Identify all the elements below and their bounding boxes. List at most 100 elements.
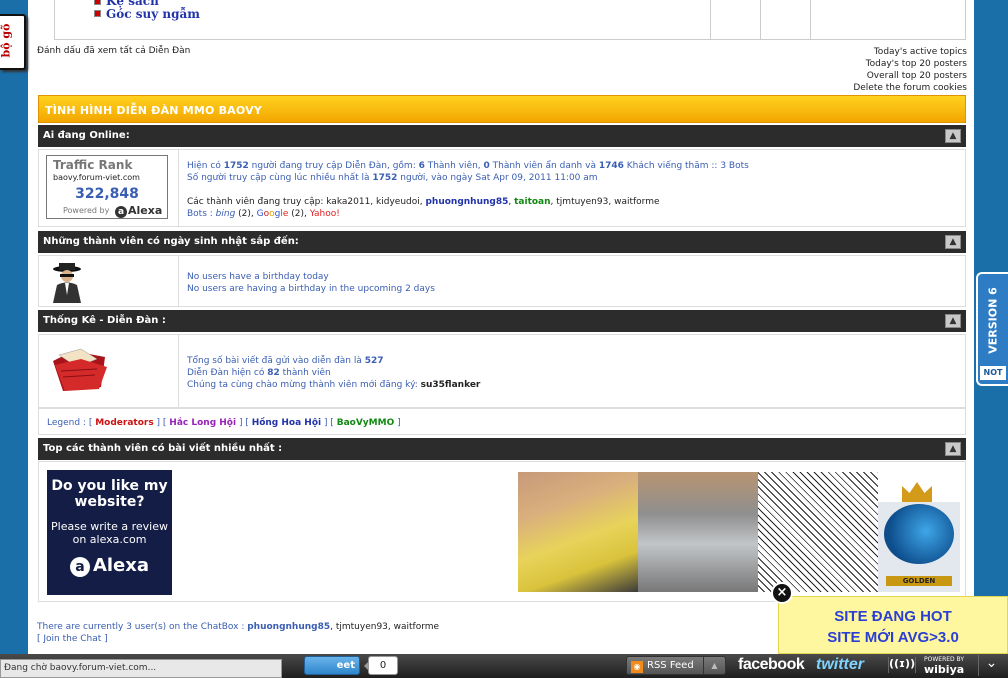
wibiya-name: wibiya [924, 663, 965, 676]
total-posts-line: Tổng số bài viết đã gửi vào diễn đàn là … [187, 356, 384, 366]
section-title: Top các thành viên có bài viết nhiều nhấ… [43, 443, 283, 454]
chevron-down-icon[interactable]: ⌄ [978, 655, 1004, 676]
collapse-up-icon[interactable]: ▲ [945, 235, 961, 249]
who-is-online-header: Ai đang Online: ▲ [38, 125, 966, 147]
online-user-link[interactable]: kaka2011 [326, 197, 370, 207]
alexa-icon: a [69, 557, 90, 577]
folder-icon [53, 348, 107, 391]
alexa-logo: a Alexa [115, 204, 162, 218]
rss-feed-button[interactable]: ◉ RSS Feed ▲ [626, 656, 726, 675]
alexa-review-banner[interactable]: Do you like my website? Please write a r… [47, 470, 172, 595]
keyboard-mode-tab[interactable]: bộ gõ [0, 14, 26, 70]
legend-group-link[interactable]: Hồng Hoa Hội [252, 418, 321, 428]
forum-quick-links: Today's active topics Today's top 20 pos… [853, 46, 967, 94]
online-user-link[interactable]: tjmtuyen93 [556, 197, 608, 207]
todays-top-posters-link[interactable]: Today's top 20 posters [853, 58, 967, 70]
total-members-line: Diễn Đàn hiện có 82 thành viên [187, 368, 331, 378]
version-label: VERSION 6 [986, 287, 1000, 354]
group-legend: Legend : [ Moderators ] [ Hắc Long Hội ]… [38, 408, 966, 435]
section-title: Những thành viên có ngày sinh nhật sắp đ… [43, 236, 299, 247]
traffic-rank-site: baovy.forum-viet.com [53, 173, 140, 182]
legend-label: Legend : [47, 418, 89, 428]
who-is-online-row: Traffic Rank baovy.forum-viet.com 322,84… [38, 149, 966, 227]
bot-yahoo: Yahoo! [309, 209, 340, 219]
online-bots-line: Bots : bing (2), Google (2), Yahoo! [187, 209, 340, 219]
birthday-icon-cell [39, 256, 179, 306]
version-6-tab[interactable]: VERSION 6 NOT [976, 272, 1008, 386]
traffic-rank-value: 322,848 [75, 186, 139, 202]
stats-icon-cell [39, 335, 179, 407]
traffic-powered-label: Powered by [63, 206, 110, 215]
chatbox-user-link[interactable]: phuongnhung85 [247, 622, 330, 632]
section-title: Ai đang Online: [43, 130, 130, 141]
collapse-up-icon[interactable]: ▲ [945, 314, 961, 328]
join-chat-link[interactable]: [ Join the Chat ] [37, 633, 439, 645]
legend-items: [ Moderators ] [ Hắc Long Hội ] [ Hồng H… [88, 418, 401, 428]
facebook-button[interactable]: facebook [738, 656, 805, 674]
online-users-line: Các thành viên đang truy cập: kaka2011, … [187, 197, 660, 207]
forum-status-title-bar: TÌNH HÌNH DIỄN ĐÀN MMO BAOVY [38, 95, 966, 123]
birthday-today-text: No users have a birthday today [187, 272, 329, 282]
tweet-button[interactable]: eet [304, 656, 360, 675]
crown-icon [902, 482, 932, 502]
spy-icon [53, 263, 81, 303]
birthday-upcoming-text: No users are having a birthday in the up… [187, 284, 435, 294]
chatbox-user-link[interactable]: tjmtuyen93 [336, 622, 388, 632]
online-user-link[interactable]: waitforme [614, 197, 659, 207]
online-user-link[interactable]: kidyeudoi [376, 197, 420, 207]
online-count-line: Hiện có 1752 người đang truy cập Diễn Đà… [187, 161, 749, 171]
bot-google: Google [256, 209, 289, 219]
online-users-list: kaka2011, kidyeudoi, phuongnhung85, tait… [326, 197, 660, 207]
legend-group-link[interactable]: Moderators [95, 418, 153, 428]
globe-logo-icon [884, 504, 954, 564]
forum-status-title: TÌNH HÌNH DIỄN ĐÀN MMO BAOVY [45, 104, 263, 117]
twitter-button[interactable]: twitter [816, 656, 864, 674]
alexa-ad-text: Please write a review on alexa.com [51, 520, 168, 546]
delete-cookies-link[interactable]: Delete the forum cookies [853, 82, 967, 94]
version-sub-label: NOT [980, 366, 1006, 380]
alexa-icon: a [115, 206, 127, 218]
cell-divider [810, 0, 811, 39]
rss-dropdown-icon[interactable]: ▲ [703, 657, 725, 674]
alexa-traffic-rank-widget[interactable]: Traffic Rank baovy.forum-viet.com 322,84… [46, 155, 168, 219]
cell-divider [760, 0, 761, 39]
traffic-rank-title: Traffic Rank [53, 158, 133, 172]
hot-site-promo-box[interactable]: SITE ĐANG HOT SITE MỚI AVG>3.0 [778, 596, 1008, 654]
collapse-up-icon[interactable]: ▲ [945, 129, 961, 143]
birthday-row: No users have a birthday today No users … [38, 255, 966, 307]
online-user-link[interactable]: phuongnhung85 [425, 197, 508, 207]
legend-group-link[interactable]: Hắc Long Hội [169, 418, 236, 428]
cell-divider [710, 0, 711, 39]
online-user-link[interactable]: taitoan [514, 197, 550, 207]
stats-header: Thống Kê - Diễn Đàn : ▲ [38, 310, 966, 332]
chatbox-info: There are currently 3 user(s) on the Cha… [37, 621, 439, 645]
top-poster-avatar-2[interactable] [638, 472, 758, 592]
subforum-link-goc-suy-ngam[interactable]: Góc suy ngẫm [94, 7, 200, 21]
newest-member-link[interactable]: su35flanker [421, 380, 481, 390]
browser-status-bar: Đang chờ baovy.forum-viet.com... [0, 659, 282, 678]
wibiya-logo[interactable]: POWERED BY wibiya [924, 655, 964, 675]
chatbox-users-line: There are currently 3 user(s) on the Cha… [37, 622, 440, 632]
chatbox-user-link[interactable]: waitforme [394, 622, 439, 632]
tweet-count: 0 [364, 656, 398, 675]
accessibility-icon[interactable]: ((ɪ)) [888, 657, 916, 673]
top-poster-avatar-1[interactable] [518, 472, 638, 592]
top-poster-avatar-4[interactable]: GOLDEN [878, 472, 960, 592]
overall-top-posters-link[interactable]: Overall top 20 posters [853, 70, 967, 82]
avatar-caption: GOLDEN [886, 576, 952, 586]
traffic-rank-cell: Traffic Rank baovy.forum-viet.com 322,84… [39, 150, 179, 226]
rss-icon: ◉ [631, 661, 643, 673]
legend-group-link[interactable]: BaoVyMMO [337, 418, 395, 428]
close-icon[interactable]: × [771, 582, 793, 604]
alexa-ad-question: Do you like my website? [51, 478, 168, 510]
alexa-ad-logo: a Alexa [47, 555, 172, 577]
subforum-icon [94, 10, 101, 17]
promo-line-1: SITE ĐANG HOT [834, 608, 952, 625]
keyboard-mode-label: bộ gõ [0, 23, 13, 58]
collapse-up-icon[interactable]: ▲ [945, 442, 961, 456]
todays-active-topics-link[interactable]: Today's active topics [853, 46, 967, 58]
promo-line-2: SITE MỚI AVG>3.0 [827, 629, 959, 646]
section-title: Thống Kê - Diễn Đàn : [43, 315, 166, 326]
mark-all-read-link[interactable]: Đánh dấu đã xem tất cả Diễn Đàn [37, 46, 190, 56]
top-poster-avatar-3[interactable] [758, 472, 878, 592]
